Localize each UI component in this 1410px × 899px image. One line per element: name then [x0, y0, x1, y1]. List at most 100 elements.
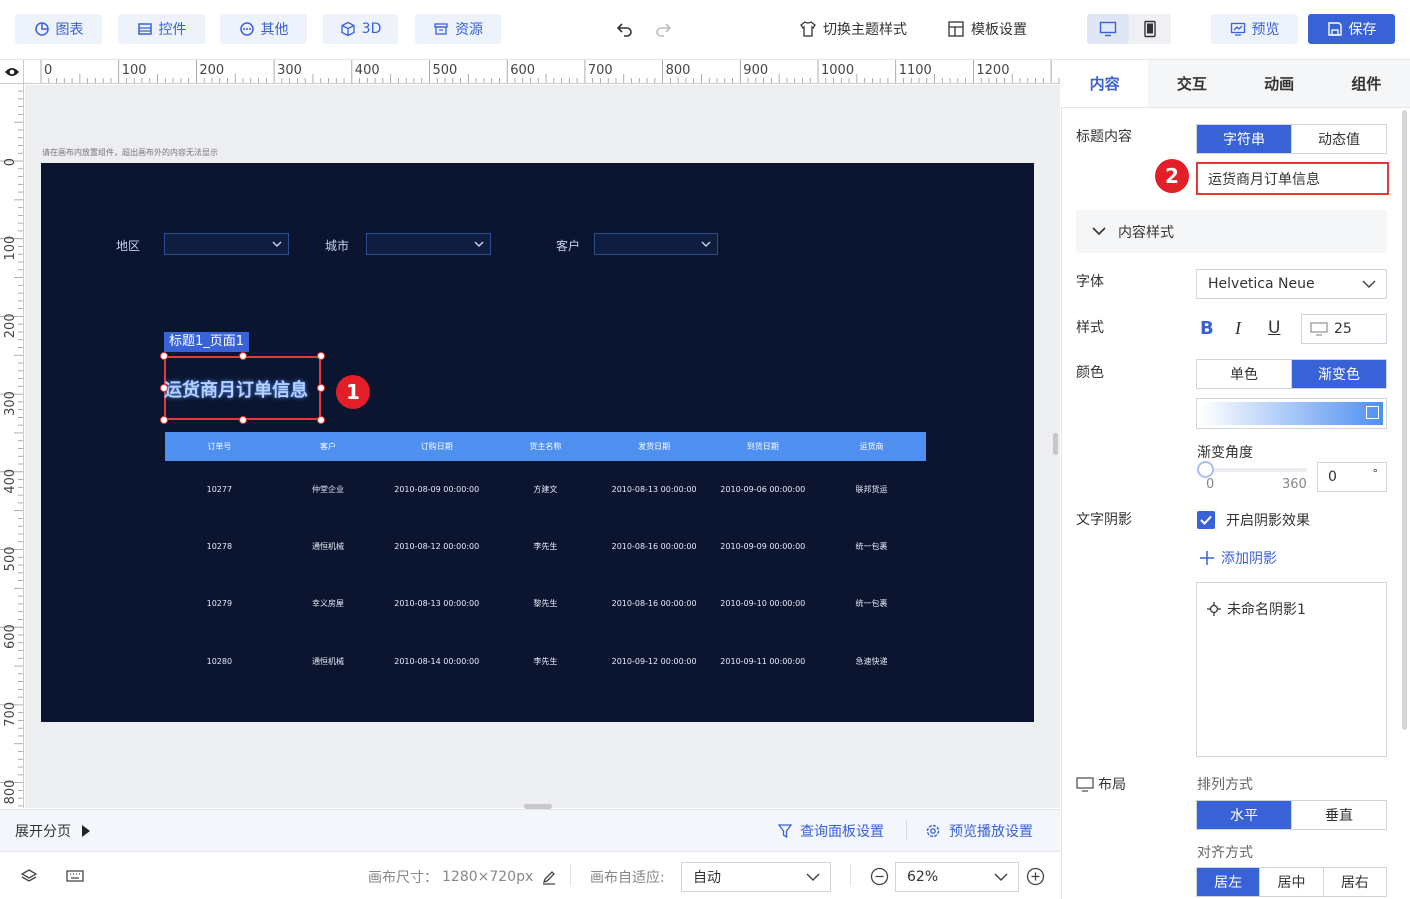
ruler-tick-label: 0 — [44, 63, 52, 78]
enable-shadow-checkbox[interactable]: 开启阴影效果 — [1197, 510, 1310, 530]
mobile-view-button[interactable] — [1129, 14, 1171, 44]
tab-interaction[interactable]: 交互 — [1148, 60, 1236, 107]
italic-toggle[interactable]: I — [1235, 318, 1241, 339]
template-settings-button[interactable]: 模板设置 — [947, 14, 1027, 44]
redo-button[interactable] — [653, 14, 673, 44]
underline-toggle[interactable]: U — [1268, 318, 1280, 338]
layers-button[interactable] — [20, 868, 38, 888]
tab-animation[interactable]: 动画 — [1235, 60, 1323, 107]
edit-pencil-icon[interactable] — [541, 869, 557, 885]
zoom-in-button[interactable] — [1026, 867, 1045, 890]
keyboard-button[interactable] — [66, 869, 84, 887]
filter-select-region[interactable] — [164, 233, 289, 255]
ruler-tick-label: 1100 — [899, 63, 932, 78]
gradient-preview — [1200, 402, 1383, 425]
type-option-dynamic[interactable]: 动态值 — [1292, 125, 1386, 153]
chevron-down-icon — [1362, 280, 1376, 289]
align-option-center[interactable]: 居中 — [1260, 868, 1324, 896]
other-label: 其他 — [260, 22, 289, 38]
filter-select-customer[interactable] — [594, 233, 718, 255]
desktop-view-button[interactable] — [1087, 14, 1129, 44]
zoom-out-button[interactable] — [870, 867, 889, 890]
shadow-list-item[interactable]: 未命名阴影1 — [1206, 599, 1306, 619]
tab-component[interactable]: 组件 — [1322, 60, 1410, 107]
ruler-tick-label: 800 — [3, 780, 18, 805]
bold-toggle[interactable]: B — [1200, 318, 1214, 339]
resize-handle-n[interactable] — [239, 352, 247, 360]
preview-button[interactable]: 预览 — [1211, 14, 1298, 44]
zoom-select[interactable]: 62% — [895, 862, 1019, 892]
content-style-label: 内容样式 — [1118, 224, 1174, 241]
save-button[interactable]: 保存 — [1308, 14, 1395, 44]
theme-switch-button[interactable]: 切换主题样式 — [799, 14, 907, 44]
table-header: 订单号 客户 订购日期 货主名称 发货日期 到货日期 运货商 — [165, 432, 926, 461]
expand-pages-button[interactable]: 展开分页 — [15, 821, 91, 841]
visibility-toggle[interactable] — [0, 60, 24, 84]
arrange-option-horizontal[interactable]: 水平 — [1197, 801, 1292, 829]
preview-play-settings-link[interactable]: 预览播放设置 — [925, 821, 1033, 841]
filter-select-city[interactable] — [366, 233, 491, 255]
auto-fit-value: 自动 — [693, 870, 721, 886]
align-option-right[interactable]: 居右 — [1324, 868, 1386, 896]
resize-handle-sw[interactable] — [160, 416, 168, 424]
title-component-text[interactable]: 运货商月订单信息 — [164, 376, 322, 402]
table-cell: 方建文 — [533, 485, 558, 494]
color-option-solid[interactable]: 单色 — [1197, 360, 1292, 388]
gradient-stop-handle[interactable] — [1366, 406, 1379, 419]
query-panel-settings-link[interactable]: 查询面板设置 — [778, 821, 884, 841]
canvas-size-value: 1280×720px — [442, 869, 534, 885]
top-toolbar — [0, 0, 1410, 60]
eye-icon — [4, 67, 19, 76]
title-content-input[interactable]: 运货商月订单信息 — [1196, 162, 1389, 195]
component-tag: 标题1_页面1 — [164, 332, 250, 352]
color-option-gradient[interactable]: 渐变色 — [1292, 360, 1386, 388]
resource-button[interactable]: 资源 — [415, 14, 501, 44]
chart-icon — [34, 22, 49, 36]
chevron-down-icon — [701, 241, 711, 247]
resize-handle-nw[interactable] — [160, 352, 168, 360]
resize-handle-s[interactable] — [239, 416, 247, 424]
resize-handle-se[interactable] — [317, 416, 325, 424]
auto-fit-select[interactable]: 自动 — [681, 862, 831, 892]
arrange-option-vertical[interactable]: 垂直 — [1292, 801, 1386, 829]
gradient-picker[interactable] — [1196, 398, 1387, 429]
three-d-button[interactable]: 3D — [323, 14, 398, 44]
resize-handle-ne[interactable] — [317, 352, 325, 360]
panel-scrollbar[interactable] — [1402, 110, 1407, 730]
save-icon — [1327, 22, 1342, 36]
canvas-vertical-scrollbar[interactable] — [1053, 433, 1058, 455]
font-select[interactable]: Helvetica Neue — [1196, 269, 1387, 299]
table-row: 10279 幸义房屋 2010-08-13 00:00:00 黎先生 2010-… — [165, 594, 926, 614]
table-cell: 2010-08-16 00:00:00 — [611, 599, 697, 608]
type-option-string[interactable]: 字符串 — [1197, 125, 1292, 153]
ruler-tick-label: 400 — [355, 63, 380, 78]
gradient-angle-slider[interactable] — [1199, 468, 1307, 472]
divider — [850, 864, 851, 886]
align-label: 对齐方式 — [1197, 845, 1253, 861]
control-button[interactable]: 控件 — [118, 14, 205, 44]
table-cell: 10277 — [206, 485, 233, 494]
expand-pages-label: 展开分页 — [15, 824, 71, 840]
phone-icon — [1144, 20, 1156, 38]
align-option-left[interactable]: 居左 — [1197, 868, 1261, 896]
text-shadow-label: 文字阴影 — [1076, 512, 1132, 528]
gradient-angle-input[interactable]: 0 ° — [1317, 462, 1387, 492]
step-marker-1: 1 — [336, 375, 370, 409]
undo-button[interactable] — [615, 14, 635, 44]
font-size-input[interactable]: 25 — [1301, 314, 1387, 344]
tab-content[interactable]: 内容 — [1061, 60, 1149, 107]
canvas-hint: 请在画布内放置组件，超出画布外的内容无法显示 — [42, 148, 218, 157]
table-cell: 幸义房屋 — [312, 599, 345, 608]
zoom-value: 62% — [907, 869, 939, 885]
add-shadow-button[interactable]: 添加阴影 — [1199, 548, 1277, 568]
device-toggle — [1087, 14, 1171, 44]
resize-handle-e[interactable] — [317, 384, 325, 392]
resize-handle-w[interactable] — [160, 384, 168, 392]
canvas-size-info: 画布尺寸： 1280×720px — [368, 867, 557, 887]
other-button[interactable]: 其他 — [220, 14, 307, 44]
query-panel-label: 查询面板设置 — [800, 824, 884, 840]
content-style-section[interactable]: 内容样式 — [1076, 210, 1387, 253]
angle-value: 0 — [1328, 469, 1337, 485]
chart-button[interactable]: 图表 — [15, 14, 102, 44]
gradient-angle-slider-thumb[interactable] — [1197, 461, 1214, 478]
